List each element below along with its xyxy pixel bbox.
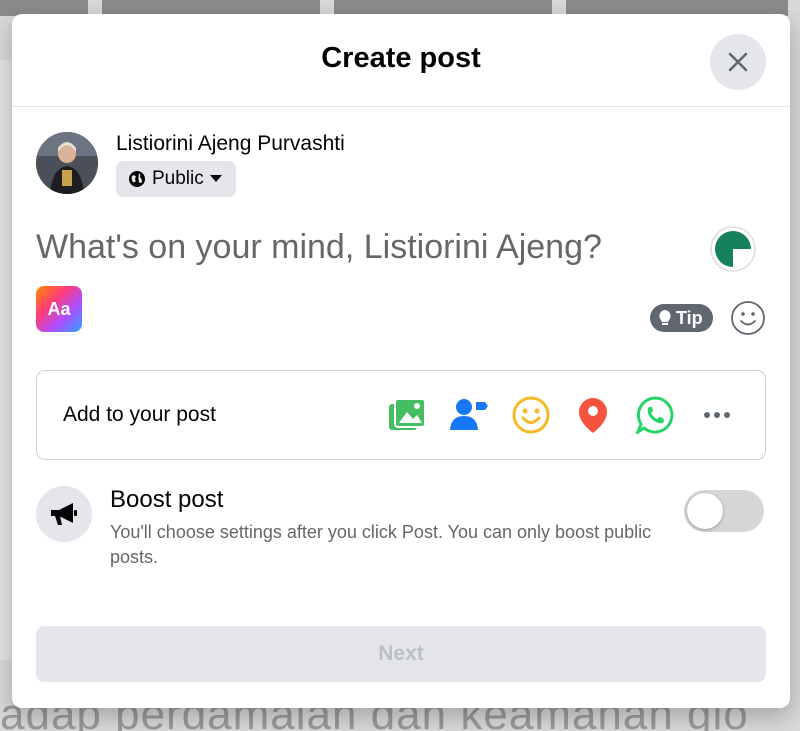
- megaphone-icon: [51, 503, 77, 525]
- background-picker-label: Aa: [47, 298, 71, 319]
- check-in-button[interactable]: [573, 395, 613, 435]
- dialog-header: Create post: [12, 14, 790, 107]
- grammarly-icon[interactable]: [710, 226, 756, 272]
- dialog-title: Create post: [321, 42, 481, 74]
- toggle-knob: [687, 493, 723, 529]
- next-button[interactable]: Next: [36, 626, 766, 682]
- photo-video-button[interactable]: [387, 395, 427, 435]
- close-icon: [728, 52, 748, 72]
- boost-post-description: You'll choose settings after you click P…: [110, 522, 652, 567]
- feeling-icon: [512, 396, 550, 434]
- caret-down-icon: [209, 175, 222, 182]
- add-to-post-icons: [387, 395, 737, 435]
- globe-icon: [129, 171, 145, 187]
- post-text-input[interactable]: What's on your mind, Listiorini Ajeng?: [36, 228, 602, 267]
- privacy-label: Public: [152, 168, 204, 189]
- tip-button[interactable]: Tip: [650, 304, 713, 332]
- privacy-selector[interactable]: Public: [116, 161, 236, 197]
- check-in-icon: [579, 398, 607, 433]
- create-post-dialog: Create post Listiorini Ajeng Purvashti P…: [12, 14, 790, 708]
- author-name: Listiorini Ajeng Purvashti: [116, 132, 345, 155]
- next-button-label: Next: [378, 642, 424, 665]
- boost-icon-container: [36, 486, 92, 542]
- smiley-icon: [731, 301, 765, 335]
- add-to-post-label: Add to your post: [63, 403, 216, 426]
- feeling-activity-button[interactable]: [511, 395, 551, 435]
- boost-post-title: Boost post: [110, 486, 224, 513]
- more-options-button[interactable]: [697, 395, 737, 435]
- emoji-button[interactable]: [730, 300, 766, 336]
- tag-people-button[interactable]: [449, 395, 489, 435]
- add-to-post-panel: Add to your post: [36, 370, 766, 460]
- boost-post-toggle[interactable]: [684, 490, 764, 532]
- lightbulb-icon: [659, 310, 671, 325]
- background-picker-button[interactable]: Aa: [36, 286, 82, 332]
- avatar[interactable]: [36, 132, 98, 194]
- close-button[interactable]: [710, 34, 766, 90]
- more-icon: [704, 412, 730, 418]
- whatsapp-icon: [636, 396, 674, 434]
- photo-video-icon: [389, 398, 426, 430]
- tag-people-icon: [450, 399, 488, 430]
- whatsapp-button[interactable]: [635, 395, 675, 435]
- tip-label: Tip: [676, 307, 703, 328]
- background-sidebar: [0, 60, 12, 660]
